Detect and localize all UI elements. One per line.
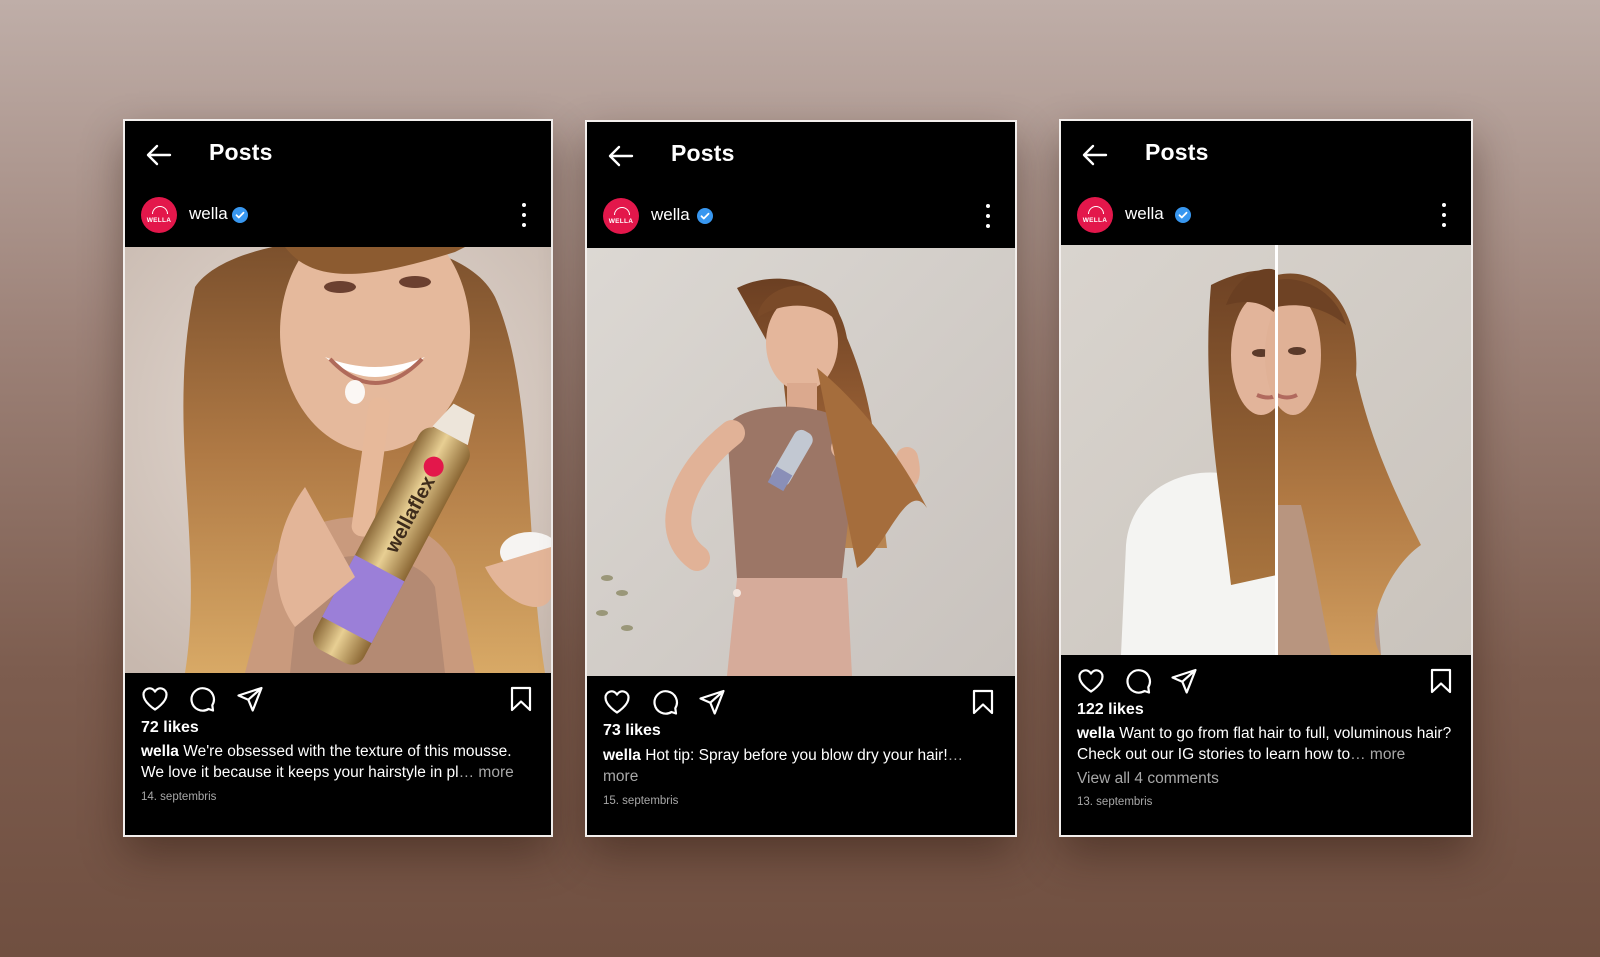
share-send-icon[interactable] bbox=[1170, 667, 1198, 695]
post-header: WELLA wella bbox=[1061, 187, 1471, 245]
post-photo-illustration bbox=[1061, 245, 1471, 655]
caption-username[interactable]: wella bbox=[603, 747, 641, 764]
likes-count[interactable]: 122 likes bbox=[1077, 701, 1471, 719]
like-heart-icon[interactable] bbox=[1077, 667, 1105, 695]
post-actions bbox=[1061, 655, 1471, 701]
post-image[interactable] bbox=[587, 248, 1015, 676]
page-title: Posts bbox=[1145, 139, 1209, 165]
app-bar: Posts bbox=[587, 122, 1015, 188]
post-header: WELLA wella bbox=[125, 187, 551, 247]
post-photo-illustration bbox=[587, 248, 1015, 676]
post-image[interactable] bbox=[1061, 245, 1471, 655]
post-date: 14. septembris bbox=[141, 791, 217, 803]
like-heart-icon[interactable] bbox=[141, 685, 169, 713]
share-send-icon[interactable] bbox=[236, 685, 264, 713]
post-card-1: Posts WELLA wella wellaflex 72 likes wel… bbox=[123, 119, 553, 837]
comment-icon[interactable] bbox=[651, 688, 679, 716]
avatar-logo-text: WELLA bbox=[608, 217, 634, 225]
username[interactable]: wella bbox=[651, 205, 690, 225]
caption-text: We're obsessed with the texture of this … bbox=[141, 743, 512, 781]
back-arrow-icon[interactable] bbox=[607, 142, 635, 170]
avatar[interactable]: WELLA bbox=[141, 197, 177, 233]
page-title: Posts bbox=[209, 139, 273, 165]
avatar[interactable]: WELLA bbox=[1077, 197, 1113, 233]
post-actions bbox=[587, 676, 1015, 722]
caption: wella We're obsessed with the texture of… bbox=[141, 741, 535, 783]
likes-count[interactable]: 73 likes bbox=[603, 722, 1015, 740]
verified-badge-icon bbox=[697, 208, 713, 224]
username[interactable]: wella bbox=[189, 204, 228, 224]
caption: wella Want to go from flat hair to full,… bbox=[1077, 723, 1455, 765]
page-title: Posts bbox=[671, 140, 735, 166]
verified-badge-icon bbox=[232, 207, 248, 223]
caption: wella Hot tip: Spray before you blow dry… bbox=[603, 745, 999, 787]
post-header: WELLA wella bbox=[587, 188, 1015, 248]
caption-username[interactable]: wella bbox=[141, 743, 179, 760]
more-options-icon[interactable] bbox=[519, 203, 529, 227]
post-card-3: Posts WELLA wella 122 likes wella Want t… bbox=[1059, 119, 1473, 837]
share-send-icon[interactable] bbox=[698, 688, 726, 716]
like-heart-icon[interactable] bbox=[603, 688, 631, 716]
post-card-2: Posts WELLA wella 73 likes wella Hot tip… bbox=[585, 120, 1017, 837]
caption-more-link[interactable]: … more bbox=[1350, 746, 1405, 763]
save-bookmark-icon[interactable] bbox=[507, 685, 535, 713]
app-bar: Posts bbox=[125, 121, 551, 187]
post-actions bbox=[125, 673, 551, 719]
username[interactable]: wella bbox=[1125, 204, 1164, 224]
caption-username[interactable]: wella bbox=[1077, 725, 1115, 742]
caption-more-link[interactable]: … more bbox=[459, 764, 514, 781]
post-image[interactable]: wellaflex bbox=[125, 247, 551, 673]
avatar[interactable]: WELLA bbox=[603, 198, 639, 234]
back-arrow-icon[interactable] bbox=[1081, 141, 1109, 169]
post-date: 15. septembris bbox=[603, 795, 679, 807]
view-comments-link[interactable]: View all 4 comments bbox=[1077, 770, 1455, 788]
save-bookmark-icon[interactable] bbox=[969, 688, 997, 716]
post-photo-illustration: wellaflex bbox=[125, 247, 551, 673]
back-arrow-icon[interactable] bbox=[145, 141, 173, 169]
more-options-icon[interactable] bbox=[1439, 203, 1449, 227]
caption-text: Hot tip: Spray before you blow dry your … bbox=[645, 747, 948, 764]
avatar-logo-text: WELLA bbox=[146, 216, 172, 224]
comment-icon[interactable] bbox=[188, 685, 216, 713]
save-bookmark-icon[interactable] bbox=[1427, 667, 1455, 695]
avatar-logo-text: WELLA bbox=[1082, 216, 1108, 224]
post-date: 13. septembris bbox=[1077, 796, 1153, 808]
more-options-icon[interactable] bbox=[983, 204, 993, 228]
app-bar: Posts bbox=[1061, 121, 1471, 187]
likes-count[interactable]: 72 likes bbox=[141, 719, 551, 737]
verified-badge-icon bbox=[1175, 207, 1191, 223]
comment-icon[interactable] bbox=[1124, 667, 1152, 695]
